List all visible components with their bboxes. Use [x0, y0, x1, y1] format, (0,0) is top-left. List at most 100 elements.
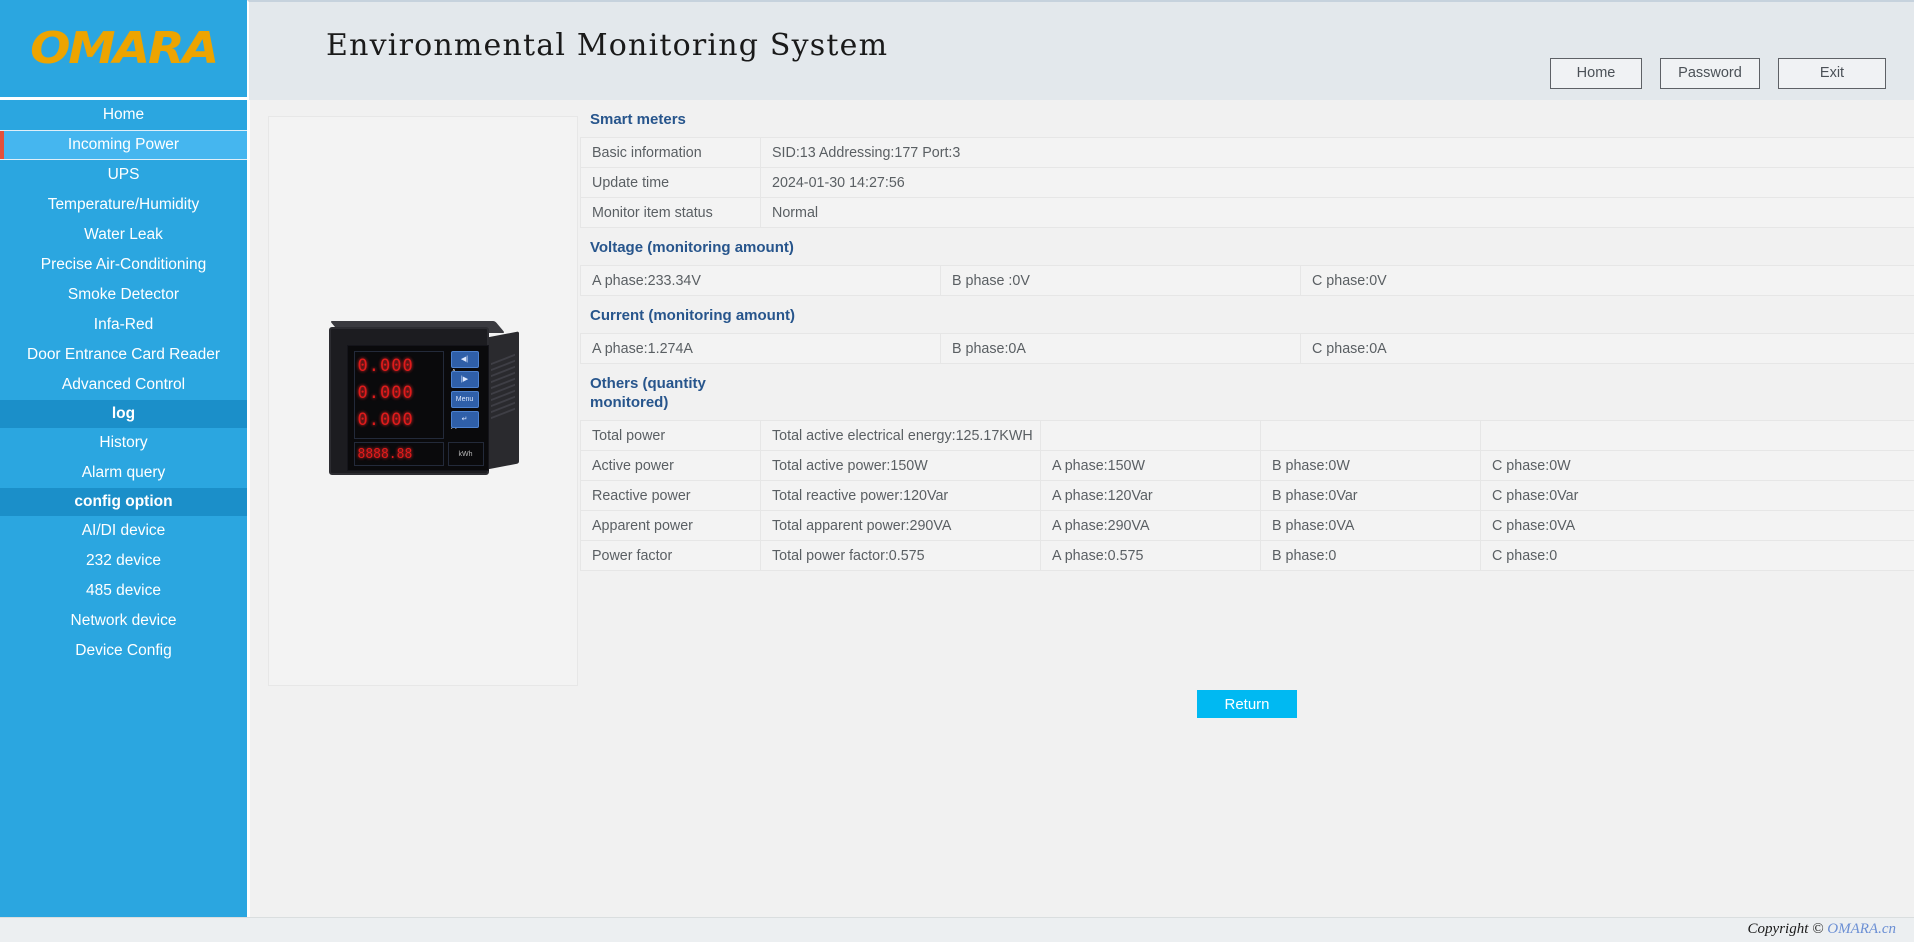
table-cell: B phase :0V — [940, 265, 1301, 296]
table-row-label: Basic information — [580, 137, 761, 168]
table-cell: C phase:0VA — [1480, 510, 1914, 541]
table-cell: Total reactive power:120Var — [760, 480, 1041, 511]
return-button[interactable]: Return — [1197, 690, 1297, 718]
table-cell: C phase:0 — [1480, 540, 1914, 571]
copyright-notice: Copyright © OMARA.cn — [1748, 921, 1896, 938]
power-meter-icon: 0.000A 0.000A 0.000A 8888.88 ◀| |▶ Menu ↵ k… — [321, 321, 526, 481]
sidebar-item-device-config[interactable]: Device Config — [0, 636, 247, 666]
meter-digits: 0.000 — [357, 355, 414, 376]
sidebar-item-smoke-detector[interactable]: Smoke Detector — [0, 280, 247, 310]
sidebar-nav: Home Incoming Power UPS Temperature/Humidit… — [0, 100, 247, 666]
table-row: Update time 2024-01-30 14:27:56 — [580, 167, 1914, 198]
meter-keypad: ◀| |▶ Menu ↵ — [448, 351, 484, 439]
table-row: A phase:233.34V B phase :0V C phase:0V — [580, 265, 1914, 296]
table-row: Basic information SID:13 Addressing:177 P… — [580, 137, 1914, 168]
voltage-section-table: A phase:233.34V B phase :0V C phase:0V — [580, 265, 1914, 296]
sidebar-item-advanced-control[interactable]: Advanced Control — [0, 370, 247, 400]
table-cell: B phase:0W — [1260, 450, 1481, 481]
others-section-title: Others (quantity monitored) — [590, 375, 706, 411]
table-cell: A phase:150W — [1040, 450, 1261, 481]
sidebar-item-incoming-power[interactable]: Incoming Power — [0, 130, 247, 160]
table-row-label: Reactive power — [580, 480, 761, 511]
sidebar-item-ai-di-device[interactable]: AI/DI device — [0, 516, 247, 546]
device-image-panel: 0.000A 0.000A 0.000A 8888.88 ◀| |▶ Menu ↵ k… — [268, 116, 578, 686]
sidebar-item-485-device[interactable]: 485 device — [0, 576, 247, 606]
sidebar-item-network-device[interactable]: Network device — [0, 606, 247, 636]
table-cell: A phase:0.575 — [1040, 540, 1261, 571]
table-cell: Total power factor:0.575 — [760, 540, 1041, 571]
table-row: Active power Total active power:150W A pha… — [580, 450, 1914, 481]
sidebar-item-history[interactable]: History — [0, 428, 247, 458]
meter-key-right: |▶ — [450, 371, 479, 388]
table-row: Total power Total active electrical energ… — [580, 420, 1914, 451]
voltage-section-title: Voltage (monitoring amount) — [590, 239, 794, 256]
table-cell: Total active power:150W — [760, 450, 1041, 481]
table-cell: Total active electrical energy:125.17KWH — [760, 420, 1041, 451]
table-cell — [1480, 420, 1914, 451]
smart-meters-section-title: Smart meters — [590, 111, 686, 128]
logo-text: OMARA — [29, 23, 219, 74]
meter-display-secondary: 8888.88 — [353, 442, 444, 466]
page-footer: Copyright © OMARA.cn — [0, 917, 1914, 942]
table-cell: A phase:233.34V — [580, 265, 941, 296]
table-row-label: Monitor item status — [580, 197, 761, 228]
table-cell: C phase:0A — [1300, 333, 1914, 364]
sidebar-item-door-entrance-card-reader[interactable]: Door Entrance Card Reader — [0, 340, 247, 370]
meter-digits-bottom: 8888.88 — [357, 446, 413, 462]
table-cell: SID:13 Addressing:177 Port:3 — [760, 137, 1914, 168]
sidebar-item-precise-air-conditioning[interactable]: Precise Air-Conditioning — [0, 250, 247, 280]
sidebar-group-config-option: config option — [0, 488, 247, 516]
table-row: A phase:1.274A B phase:0A C phase:0A — [580, 333, 1914, 364]
copyright-text: Copyright © — [1747, 921, 1824, 937]
table-cell: A phase:290VA — [1040, 510, 1261, 541]
password-button[interactable]: Password — [1660, 58, 1760, 89]
content-area: 0.000A 0.000A 0.000A 8888.88 ◀| |▶ Menu ↵ k… — [250, 100, 1914, 917]
sidebar-item-temperature-humidity[interactable]: Temperature/Humidity — [0, 190, 247, 220]
sidebar-item-infa-red[interactable]: Infa-Red — [0, 310, 247, 340]
current-section-title: Current (monitoring amount) — [590, 307, 795, 324]
meter-key-menu: Menu — [450, 391, 479, 408]
meter-digits: 0.000 — [357, 409, 414, 430]
sidebar-group-log: log — [0, 400, 247, 428]
page-title: Environmental Monitoring System — [326, 28, 889, 63]
home-button[interactable]: Home — [1550, 58, 1642, 89]
header-button-group: Home Password Exit — [1550, 58, 1886, 89]
meter-display-primary: 0.000A 0.000A 0.000A — [353, 351, 457, 439]
sidebar-item-home[interactable]: Home — [0, 100, 247, 130]
sidebar-item-water-leak[interactable]: Water Leak — [0, 220, 247, 250]
sidebar-item-ups[interactable]: UPS — [0, 160, 247, 190]
brand-logo[interactable]: OMARA — [0, 0, 247, 100]
table-cell: B phase:0 — [1260, 540, 1481, 571]
others-section-table: Total power Total active electrical energ… — [580, 420, 1914, 571]
page-header: Environmental Monitoring System Home Pass… — [247, 0, 1914, 100]
sidebar-item-alarm-query[interactable]: Alarm query — [0, 458, 247, 488]
sidebar-item-232-device[interactable]: 232 device — [0, 546, 247, 576]
copyright-brand[interactable]: OMARA.cn — [1827, 921, 1896, 937]
table-cell: B phase:0VA — [1260, 510, 1481, 541]
exit-button[interactable]: Exit — [1778, 58, 1886, 89]
table-row-label: Total power — [580, 420, 761, 451]
current-section-table: A phase:1.274A B phase:0A C phase:0A — [580, 333, 1914, 364]
table-cell: C phase:0V — [1300, 265, 1914, 296]
table-row-label: Power factor — [580, 540, 761, 571]
table-row: Power factor Total power factor:0.575 A ph… — [580, 540, 1914, 571]
table-cell: 2024-01-30 14:27:56 — [760, 167, 1914, 198]
meter-digits: 0.000 — [357, 382, 414, 403]
application-window: OMARA Home Incoming Power UPS Temperature/H… — [0, 0, 1914, 942]
table-row-label: Update time — [580, 167, 761, 198]
table-row: Reactive power Total reactive power:120Va… — [580, 480, 1914, 511]
sidebar: OMARA Home Incoming Power UPS Temperature/H… — [0, 0, 247, 917]
smart-meters-section-table: Basic information SID:13 Addressing:177 P… — [580, 137, 1914, 228]
meter-key-enter: ↵ — [450, 411, 479, 428]
table-row-label: Active power — [580, 450, 761, 481]
table-cell: B phase:0A — [940, 333, 1301, 364]
meter-logo: kWh — [447, 442, 484, 466]
table-cell — [1260, 420, 1481, 451]
table-row-label: Apparent power — [580, 510, 761, 541]
table-cell: A phase:120Var — [1040, 480, 1261, 511]
table-cell: A phase:1.274A — [580, 333, 941, 364]
table-cell: C phase:0W — [1480, 450, 1914, 481]
table-cell — [1040, 420, 1261, 451]
return-button-row: Return — [580, 690, 1914, 718]
measurements-panel: Smart meters Basic information SID:13 Addr… — [580, 100, 1914, 571]
